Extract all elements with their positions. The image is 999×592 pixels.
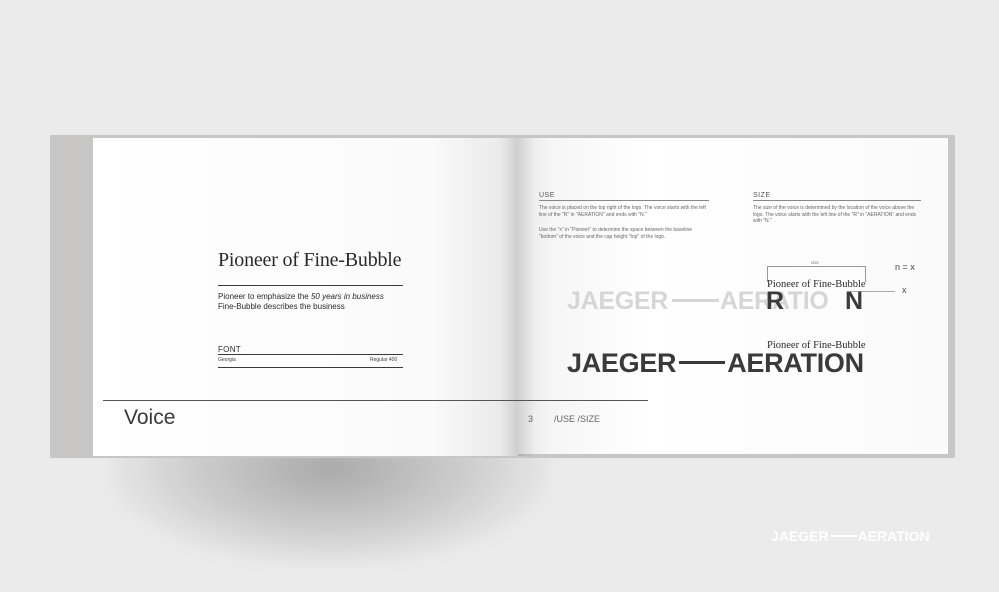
title-divider: [218, 285, 403, 286]
font-name: Georgia: [218, 357, 236, 363]
use-divider: [539, 200, 709, 201]
page-title: Pioneer of Fine-Bubble: [218, 249, 402, 271]
section-title-voice: Voice: [124, 406, 176, 429]
logo-letter-r: R: [766, 287, 785, 315]
description-line-2: Fine-Bubble describes the business: [218, 302, 345, 311]
logo-final-left-word: JAEGER: [567, 348, 677, 378]
n-equals-x-label: n = x: [895, 262, 915, 272]
book-spine-shadow: [500, 138, 536, 456]
font-divider-bottom: [218, 367, 403, 368]
x-label: x: [902, 285, 907, 295]
brand-dash: [830, 535, 857, 538]
font-label: FONT: [218, 345, 241, 354]
size-bracket-top: [767, 266, 866, 267]
page-number: 3: [528, 414, 534, 424]
use-text-2: Use the "x" in "Pioneer" to determine th…: [539, 227, 693, 240]
logo-dash: [672, 299, 720, 302]
brand-left-word: JAEGER: [771, 528, 829, 544]
brand-right-word: AERATION: [857, 528, 930, 544]
book-shadow: [110, 445, 550, 565]
section-divider: [103, 400, 648, 401]
logo-final: JAEGER AERATION: [567, 348, 864, 379]
font-divider-top: [218, 354, 403, 355]
use-heading: USE: [539, 192, 555, 199]
logo-left-word: JAEGER: [567, 287, 669, 315]
size-heading: SIZE: [753, 192, 771, 199]
size-divider: [753, 200, 921, 201]
brand-logo: JAEGER AERATION: [771, 528, 930, 544]
logo-final-dash: [679, 361, 726, 365]
size-label: size: [809, 261, 821, 266]
logo-construction: JAEGER AERATIO: [567, 287, 829, 316]
logo-letter-n: N: [845, 287, 864, 315]
size-text: The size of the voice is determined by t…: [753, 205, 917, 225]
logo-final-right-word: AERATION: [727, 348, 864, 378]
section-path: /USE /SIZE: [554, 414, 601, 424]
font-weight: Regular 400: [370, 357, 398, 363]
use-text-1: The voice is placed on the top right of …: [539, 205, 706, 218]
